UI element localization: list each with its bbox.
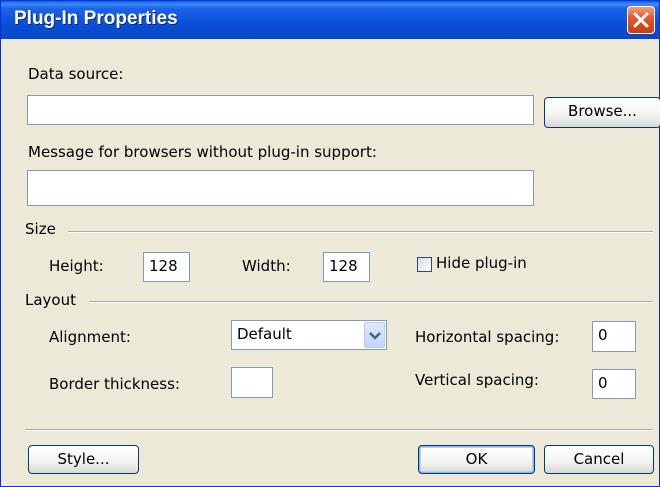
alignment-value: Default [237, 325, 292, 343]
ok-button[interactable]: OK [418, 445, 535, 474]
dialog-title: Plug-In Properties [14, 8, 178, 29]
title-bar[interactable]: Plug-In Properties [1, 1, 659, 39]
chevron-down-icon [369, 332, 381, 340]
horizontal-spacing-input[interactable]: 0 [592, 321, 636, 352]
cancel-button[interactable]: Cancel [544, 445, 654, 474]
width-label: Width: [242, 257, 291, 275]
vertical-spacing-label: Vertical spacing: [415, 371, 539, 389]
layout-separator [89, 301, 653, 303]
browse-button[interactable]: Browse... [544, 97, 660, 128]
close-button[interactable] [627, 6, 655, 34]
data-source-input[interactable] [27, 95, 534, 125]
close-icon [633, 12, 649, 28]
vertical-spacing-input[interactable]: 0 [592, 369, 636, 399]
size-section-label: Size [25, 220, 56, 238]
alignment-dropdown-button[interactable] [364, 322, 385, 348]
alignment-label: Alignment: [49, 328, 131, 346]
size-separator [68, 231, 653, 233]
height-label: Height: [49, 257, 104, 275]
message-label: Message for browsers without plug-in sup… [28, 143, 377, 161]
layout-section-label: Layout [25, 291, 76, 309]
plugin-properties-dialog: Plug-In Properties Data source: Browse..… [0, 0, 660, 487]
border-thickness-input[interactable] [231, 367, 273, 398]
border-thickness-label: Border thickness: [49, 375, 180, 393]
hide-plugin-label[interactable]: Hide plug-in [436, 254, 527, 272]
height-input[interactable]: 128 [143, 252, 190, 282]
data-source-label: Data source: [28, 65, 124, 83]
style-button[interactable]: Style... [28, 445, 139, 474]
hide-plugin-checkbox[interactable] [417, 257, 432, 272]
horizontal-spacing-label: Horizontal spacing: [415, 328, 560, 346]
message-input[interactable] [27, 170, 534, 206]
width-input[interactable]: 128 [323, 252, 370, 282]
alignment-select[interactable]: Default [231, 320, 387, 350]
footer-separator [25, 429, 653, 431]
